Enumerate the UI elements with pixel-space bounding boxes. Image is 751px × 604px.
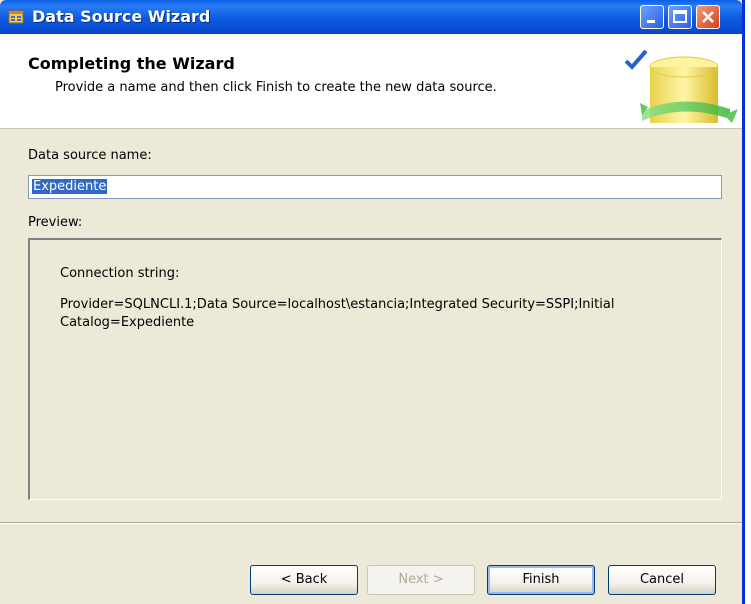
next-button[interactable]: Next > xyxy=(367,565,475,595)
back-button[interactable]: < Back xyxy=(250,565,358,595)
preview-panel: Connection string: Provider=SQLNCLI.1;Da… xyxy=(28,238,722,500)
minimize-button[interactable] xyxy=(640,5,664,29)
header-subtitle: Provide a name and then click Finish to … xyxy=(55,80,497,95)
data-source-wizard-window: Data Source Wizard Completing the Wizard… xyxy=(0,0,745,604)
wizard-header: Completing the Wizard Provide a name and… xyxy=(0,34,742,129)
data-source-name-input[interactable]: Expediente xyxy=(28,175,722,199)
data-source-name-value: Expediente xyxy=(32,179,108,194)
minimize-icon xyxy=(647,20,655,23)
maximize-icon xyxy=(673,10,687,23)
database-check-icon xyxy=(624,49,738,123)
window-title: Data Source Wizard xyxy=(32,7,211,26)
close-button[interactable] xyxy=(696,5,720,29)
connection-string-text: Provider=SQLNCLI.1;Data Source=localhost… xyxy=(60,297,615,330)
maximize-button[interactable] xyxy=(668,5,692,29)
close-icon xyxy=(702,11,714,23)
preview-label: Preview: xyxy=(28,215,83,230)
footer-separator xyxy=(0,522,742,524)
data-source-name-label: Data source name: xyxy=(28,148,152,163)
header-title: Completing the Wizard xyxy=(28,54,235,73)
connection-string-label: Connection string: xyxy=(60,266,180,281)
data-source-icon xyxy=(8,9,24,25)
cancel-button[interactable]: Cancel xyxy=(608,565,716,595)
finish-button[interactable]: Finish xyxy=(487,565,595,595)
title-bar[interactable]: Data Source Wizard xyxy=(0,0,742,34)
